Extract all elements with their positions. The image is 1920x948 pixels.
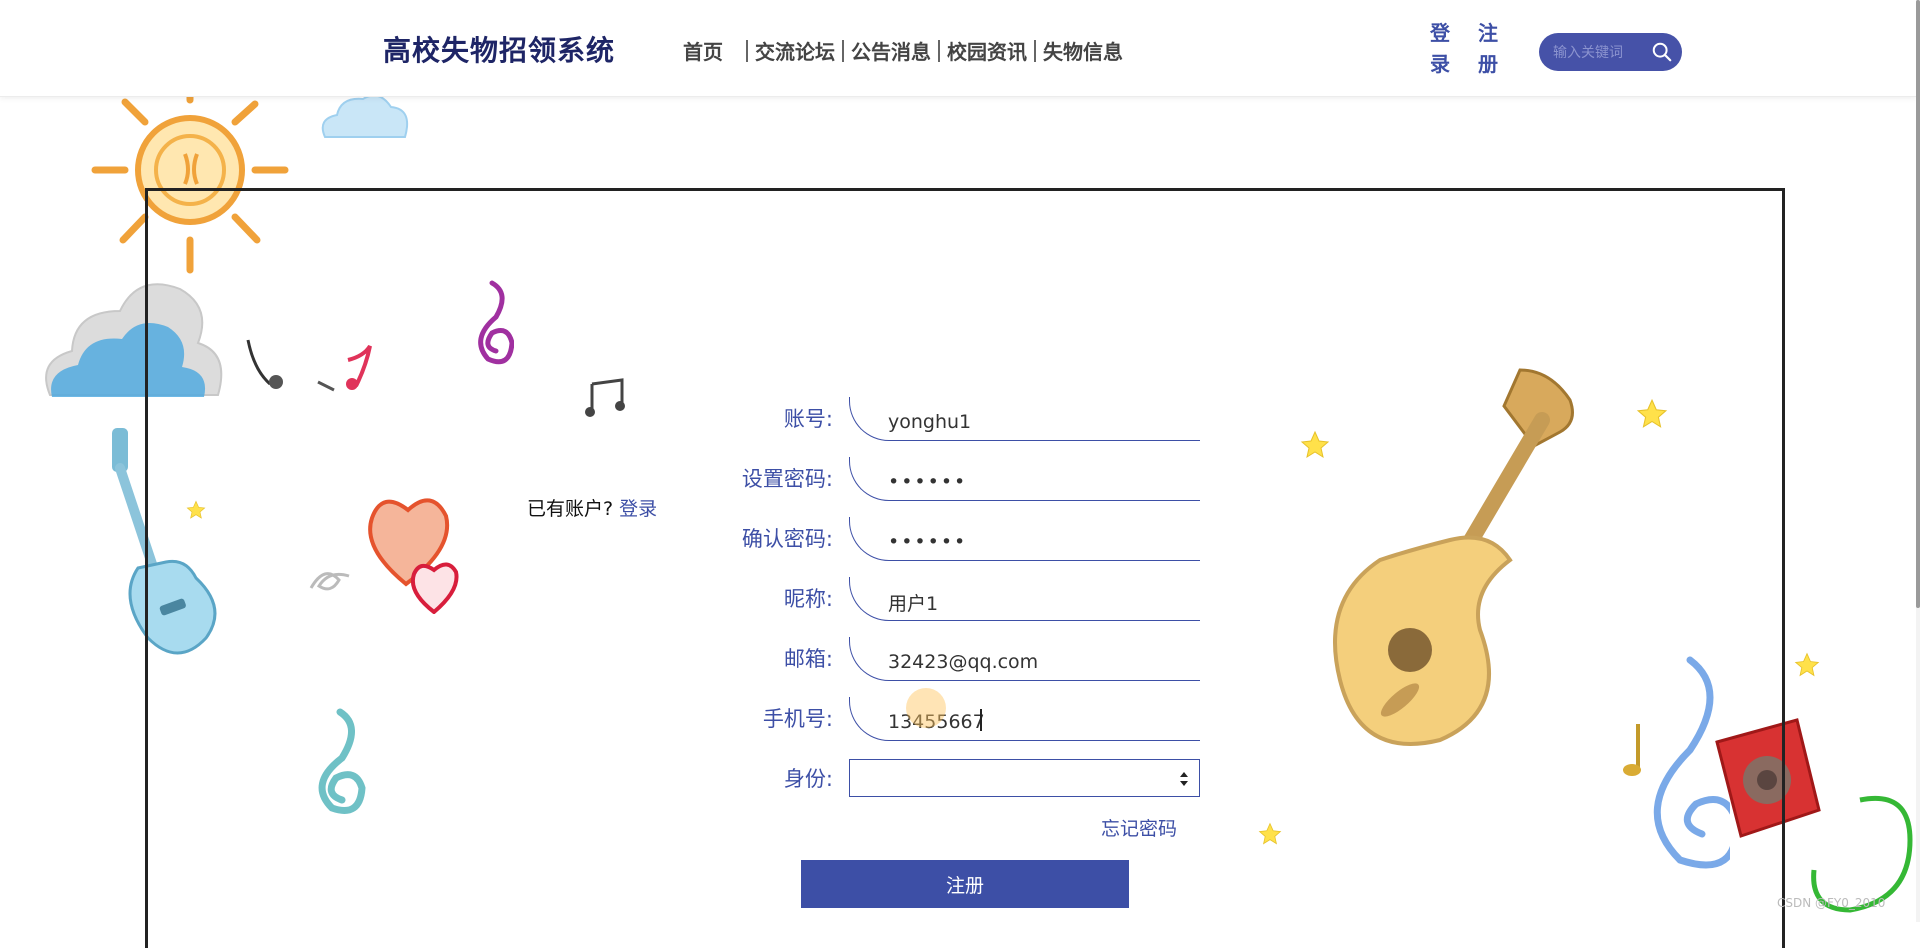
role-select[interactable] [849,759,1200,797]
search-input[interactable] [1551,39,1651,67]
nickname-label: 昵称: [783,587,833,611]
main-nav: 首页 交流论坛 公告消息 校园资讯 失物信息 [683,36,1123,65]
nickname-input[interactable] [888,589,1188,615]
register-char: 册 [1478,52,1498,76]
email-field [849,637,1200,681]
confirm-password-input[interactable] [888,529,1188,555]
confirm-password-label: 确认密码: [741,527,833,551]
email-label: 邮箱: [783,647,833,671]
side-login-link[interactable]: 登录 [619,498,657,520]
watermark-text: CSDN @FY0_2010 [1777,896,1886,910]
header-register-link[interactable]: 注 册 [1475,18,1501,80]
role-label: 身份: [783,767,833,791]
phone-label: 手机号: [762,707,833,731]
top-navigation-bar: 高校失物招领系统 首页 交流论坛 公告消息 校园资讯 失物信息 登 录 注 册 [0,0,1916,97]
nav-divider [938,39,940,62]
nickname-field [849,577,1200,621]
star-icon [1794,652,1820,677]
search-icon[interactable] [1651,41,1673,63]
nav-divider [1034,39,1036,62]
nav-campus-news[interactable]: 校园资讯 [947,36,1027,65]
register-button[interactable]: 注册 [801,860,1129,908]
forgot-password-link[interactable]: 忘记密码 [1101,814,1177,841]
scrollbar-thumb[interactable] [1916,0,1920,608]
header-login-link[interactable]: 登 录 [1427,18,1453,80]
nav-lost-items[interactable]: 失物信息 [1043,36,1123,65]
nav-announcements[interactable]: 公告消息 [851,36,931,65]
nav-divider [746,39,748,62]
login-char: 登 [1430,21,1450,45]
account-input[interactable] [888,409,1188,435]
text-caret [980,709,982,731]
account-label: 账号: [783,407,833,431]
have-account-prompt: 已有账户? 登录 [527,494,657,521]
have-account-text: 已有账户? [527,498,614,520]
password-input[interactable] [888,469,1188,495]
email-input[interactable] [888,649,1188,675]
phone-field [849,697,1200,741]
select-arrows-icon [1180,772,1188,786]
small-cloud-icon [321,94,409,138]
nav-home[interactable]: 首页 [683,36,723,65]
site-title: 高校失物招领系统 [383,34,616,67]
confirm-password-field [849,517,1200,561]
page-scrollbar[interactable] [1916,0,1920,922]
nav-forum[interactable]: 交流论坛 [755,36,835,65]
header-search [1539,33,1682,71]
nav-divider [842,39,844,62]
account-field [849,397,1200,441]
register-char: 注 [1478,21,1498,45]
password-field [849,457,1200,501]
content-frame [145,188,1785,948]
password-label: 设置密码: [741,467,833,491]
login-char: 录 [1430,52,1450,76]
mouse-cursor-highlight [906,688,946,728]
